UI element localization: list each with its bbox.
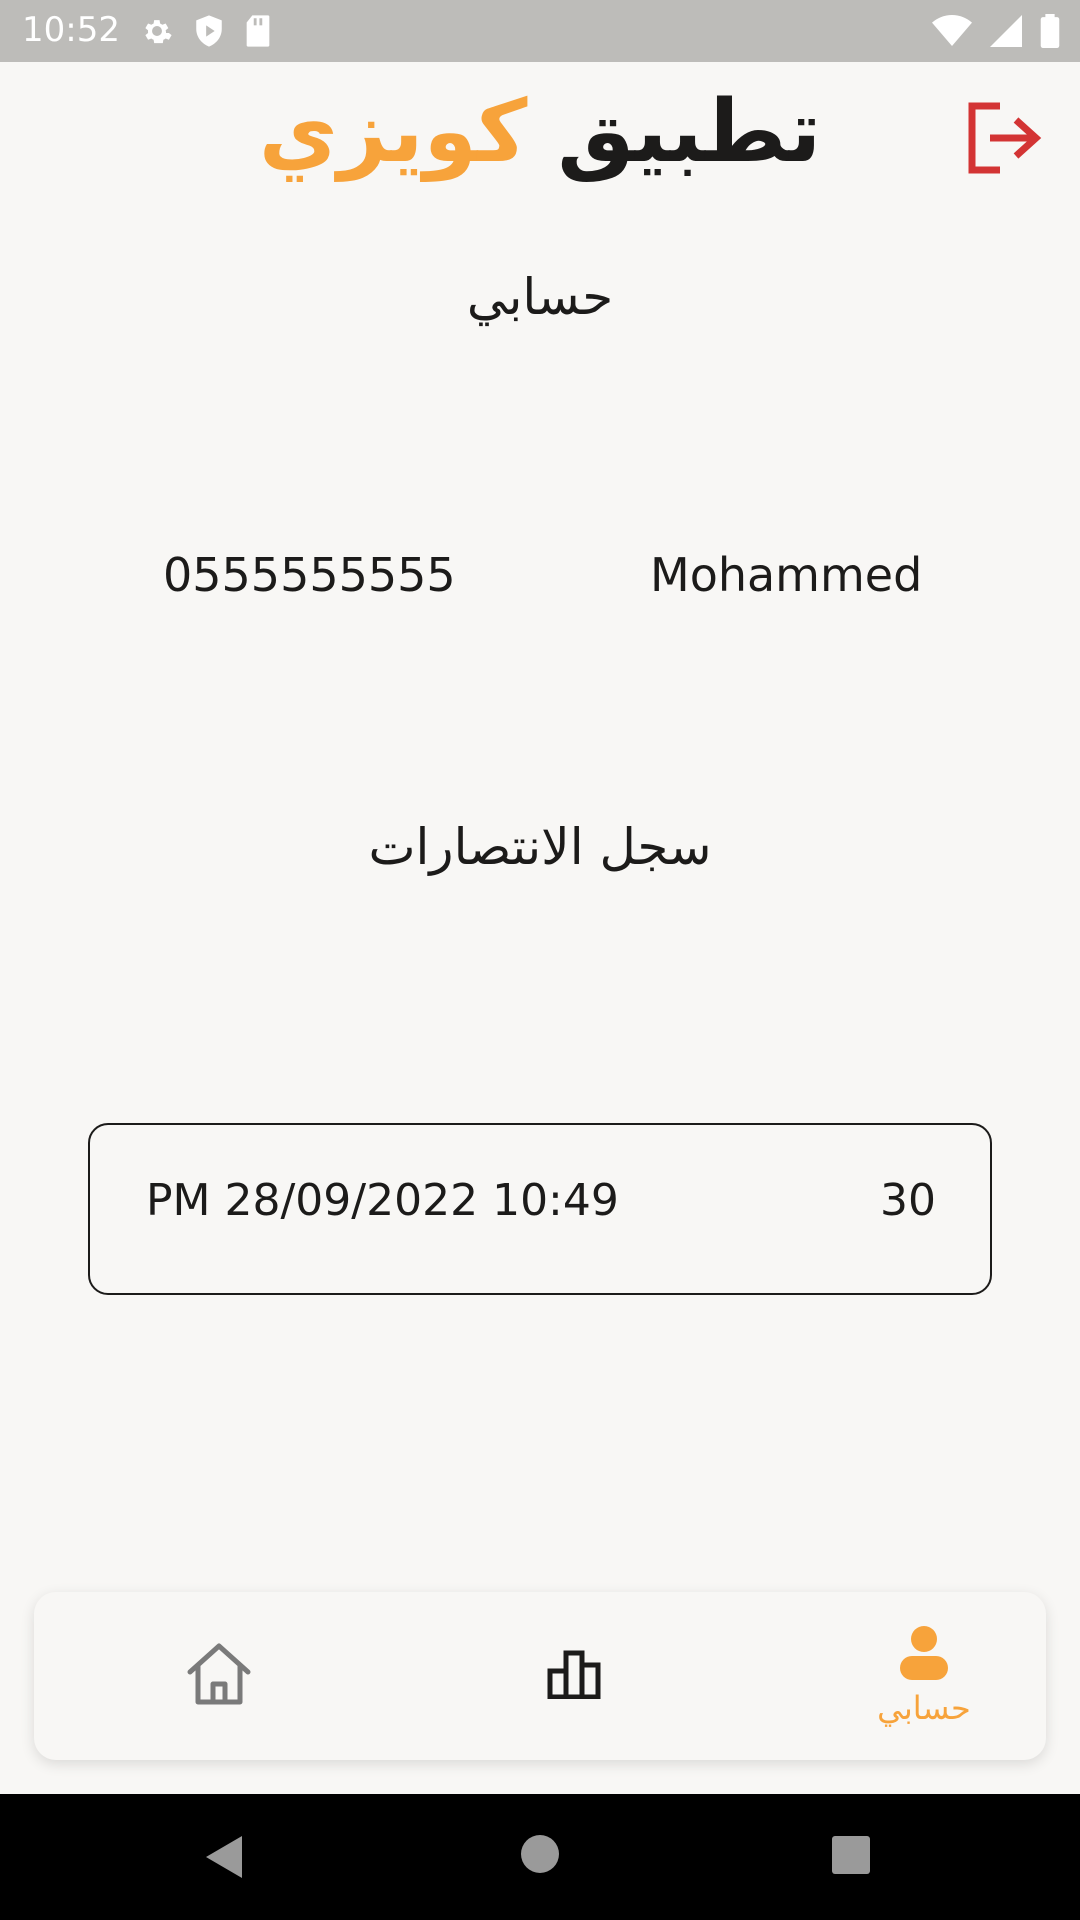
system-nav-bar	[0, 1794, 1080, 1920]
sd-card-icon	[244, 14, 272, 52]
status-icons-left	[140, 14, 272, 52]
home-icon	[186, 1642, 252, 1710]
win-entry-date: PM 28/09/2022 10:49	[146, 1175, 619, 1226]
nav-item-leaderboard[interactable]	[489, 1592, 659, 1760]
shield-icon	[194, 14, 224, 52]
status-icons-right	[932, 14, 1060, 52]
app-title: تطبيق كويزي	[0, 82, 1080, 182]
app-title-accent: كويزي	[258, 82, 528, 182]
status-bar: 10:52	[0, 0, 1080, 62]
app-header: تطبيق كويزي	[0, 62, 1080, 202]
bottom-nav: حسابي	[34, 1592, 1046, 1760]
status-time: 10:52	[22, 10, 120, 50]
signal-icon	[990, 15, 1022, 51]
win-entry-score: 30	[880, 1175, 936, 1226]
leaderboard-icon	[546, 1649, 602, 1703]
app-title-primary: تطبيق	[557, 82, 822, 182]
battery-icon	[1040, 14, 1060, 52]
nav-item-account-label: حسابي	[877, 1689, 971, 1727]
logout-button[interactable]	[966, 100, 1044, 176]
nav-item-home[interactable]	[134, 1592, 304, 1760]
user-icon	[898, 1625, 950, 1685]
nav-item-account[interactable]: حسابي	[839, 1592, 1009, 1760]
settings-icon	[140, 14, 174, 52]
profile-phone: 0555555555	[163, 548, 456, 602]
logout-icon	[966, 102, 1044, 180]
recents-icon[interactable]	[832, 1836, 870, 1878]
wins-section-title: سجل الانتصارات	[368, 818, 712, 876]
home-circle-icon[interactable]	[520, 1834, 560, 1878]
profile-name: Mohammed	[650, 548, 923, 602]
back-icon[interactable]	[204, 1834, 244, 1884]
profile-section-title: حسابي	[466, 268, 614, 326]
wifi-icon	[932, 15, 972, 51]
win-entry-card: PM 28/09/2022 10:49 30	[88, 1123, 992, 1295]
